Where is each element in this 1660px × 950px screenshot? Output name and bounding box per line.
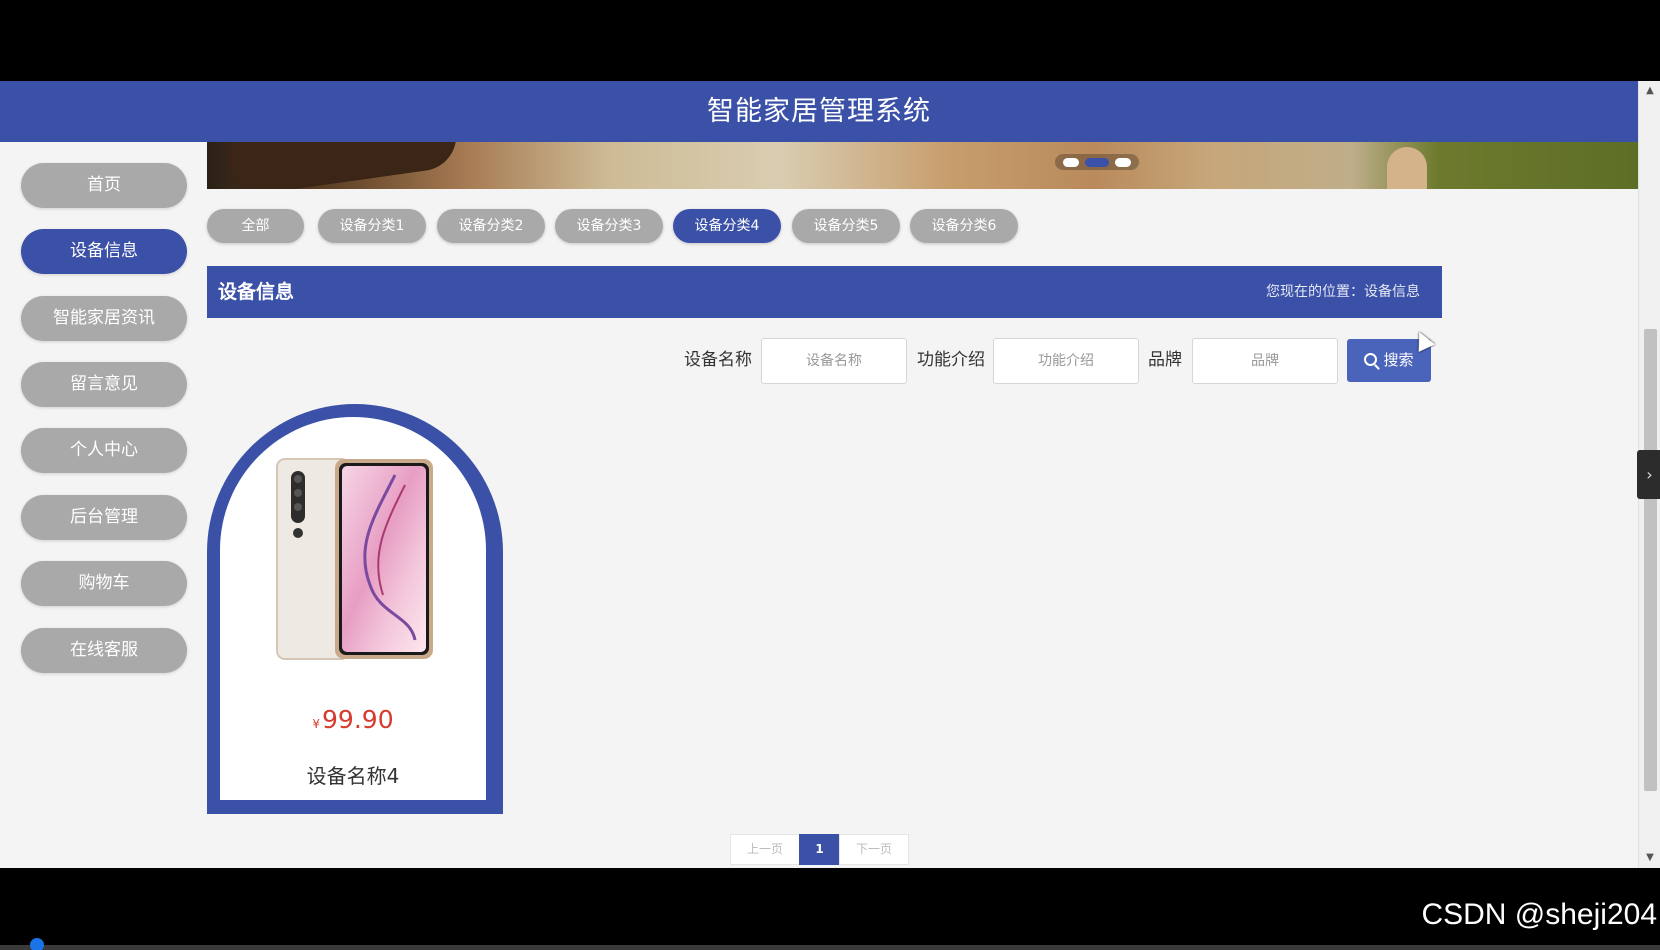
- tab-label: 设备分类3: [576, 218, 642, 234]
- banner-image-decor: [1387, 147, 1427, 189]
- sidebar-item-online-service[interactable]: 在线客服: [21, 628, 187, 673]
- tab-label: 设备分类1: [339, 218, 405, 234]
- price-value: 99.90: [322, 705, 394, 734]
- taskbar-indicator-icon: [30, 938, 44, 950]
- product-image[interactable]: [275, 455, 435, 665]
- tab-label: 设备分类4: [694, 218, 760, 234]
- sidebar-item-smart-home-news[interactable]: 智能家居资讯: [21, 296, 187, 341]
- taskbar-edge: [0, 945, 1660, 950]
- sidebar-item-personal-center[interactable]: 个人中心: [21, 428, 187, 473]
- product-price: ¥99.90: [220, 705, 486, 734]
- screen: 智能家居管理系统 首页 设备信息 智能家居资讯 留言意见 个人中心 后台管理 购…: [0, 0, 1660, 950]
- prev-page-button[interactable]: 上一页: [730, 834, 800, 865]
- sidebar-item-label: 购物车: [78, 573, 130, 593]
- function-intro-input[interactable]: [993, 338, 1139, 384]
- banner-image-decor: [223, 142, 461, 189]
- side-panel-toggle-chevron-right-icon[interactable]: ›: [1637, 450, 1660, 499]
- tab-category-6[interactable]: 设备分类6: [910, 209, 1018, 243]
- banner-carousel[interactable]: [207, 142, 1638, 189]
- tab-label: 全部: [241, 218, 270, 234]
- tab-label: 设备分类5: [813, 218, 879, 234]
- carousel-indicators: [1055, 154, 1139, 170]
- sidebar-item-feedback[interactable]: 留言意见: [21, 362, 187, 407]
- sidebar-item-label: 在线客服: [70, 640, 138, 660]
- search-icon: [1364, 353, 1378, 366]
- product-name[interactable]: 设备名称4: [220, 760, 486, 789]
- brand-label: 品牌: [1148, 350, 1182, 370]
- scroll-down-arrow-icon[interactable]: ▼: [1639, 850, 1660, 866]
- currency-symbol: ¥: [312, 717, 321, 731]
- browser-viewport: 智能家居管理系统 首页 设备信息 智能家居资讯 留言意见 个人中心 后台管理 购…: [0, 81, 1660, 868]
- breadcrumb: 您现在的位置：设备信息: [1266, 284, 1420, 300]
- tab-all[interactable]: 全部: [207, 209, 304, 243]
- brand-input[interactable]: [1192, 338, 1338, 384]
- site-title: 智能家居管理系统: [707, 96, 931, 127]
- sidebar-item-home[interactable]: 首页: [21, 163, 187, 208]
- section-title: 设备信息: [218, 281, 295, 303]
- carousel-dot[interactable]: [1115, 158, 1131, 167]
- scroll-up-arrow-icon[interactable]: ▲: [1639, 83, 1660, 99]
- tab-label: 设备分类6: [931, 218, 997, 234]
- card-body: ¥99.90 设备名称4: [220, 417, 486, 800]
- tab-category-5[interactable]: 设备分类5: [792, 209, 900, 243]
- product-card[interactable]: ¥99.90 设备名称4: [207, 404, 503, 814]
- section-header: 设备信息 您现在的位置：设备信息: [207, 266, 1442, 318]
- device-name-label: 设备名称: [684, 350, 752, 370]
- tab-category-2[interactable]: 设备分类2: [437, 209, 545, 243]
- next-page-button[interactable]: 下一页: [839, 834, 909, 865]
- sidebar-item-label: 后台管理: [70, 507, 138, 527]
- scrollbar-thumb[interactable]: [1644, 329, 1657, 791]
- carousel-dot-active[interactable]: [1085, 158, 1109, 167]
- function-intro-label: 功能介绍: [917, 350, 985, 370]
- tab-label: 设备分类2: [458, 218, 524, 234]
- sidebar-item-label: 留言意见: [70, 374, 138, 394]
- sidebar-item-cart[interactable]: 购物车: [21, 561, 187, 606]
- carousel-dot[interactable]: [1063, 158, 1079, 167]
- site-header: 智能家居管理系统: [0, 81, 1638, 142]
- sidebar-item-label: 智能家居资讯: [53, 308, 155, 328]
- tab-category-3[interactable]: 设备分类3: [555, 209, 663, 243]
- tab-category-1[interactable]: 设备分类1: [318, 209, 426, 243]
- page-number-current[interactable]: 1: [799, 834, 840, 865]
- sidebar-item-label: 设备信息: [70, 241, 138, 261]
- sidebar-item-admin[interactable]: 后台管理: [21, 495, 187, 540]
- sidebar-item-device-info[interactable]: 设备信息: [21, 229, 187, 274]
- tab-category-4[interactable]: 设备分类4: [673, 209, 781, 243]
- sidebar-item-label: 首页: [87, 175, 121, 195]
- device-name-input[interactable]: [761, 338, 907, 384]
- sidebar-item-label: 个人中心: [70, 440, 138, 460]
- watermark: CSDN @sheji204: [1421, 898, 1657, 931]
- search-button-label: 搜索: [1383, 351, 1414, 369]
